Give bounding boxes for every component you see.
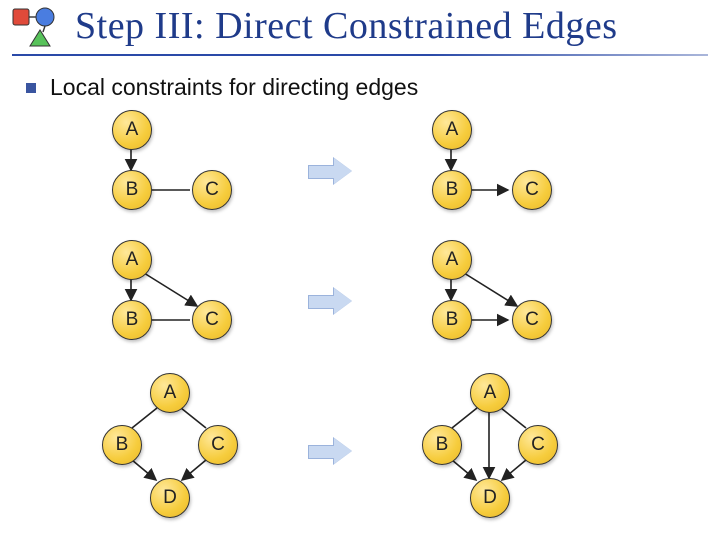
node-label: A xyxy=(446,119,459,141)
node-b: B xyxy=(112,300,152,340)
node-b: B xyxy=(432,300,472,340)
bullet-text: Local constraints for directing edges xyxy=(50,74,418,101)
node-label: C xyxy=(211,434,225,456)
node-label: A xyxy=(126,119,139,141)
node-label: A xyxy=(164,382,177,404)
node-label: C xyxy=(525,309,539,331)
node-label: A xyxy=(126,249,139,271)
node-label: C xyxy=(525,179,539,201)
node-c: C xyxy=(198,425,238,465)
node-label: B xyxy=(446,309,459,331)
node-a: A xyxy=(432,240,472,280)
node-label: A xyxy=(446,249,459,271)
node-a: A xyxy=(150,373,190,413)
node-b: B xyxy=(102,425,142,465)
node-label: A xyxy=(484,382,497,404)
bullet-icon xyxy=(26,83,36,93)
node-c: C xyxy=(512,300,552,340)
node-b: B xyxy=(432,170,472,210)
bullet-row: Local constraints for directing edges xyxy=(26,74,418,101)
node-label: B xyxy=(116,434,129,456)
node-label: C xyxy=(205,179,219,201)
page-title: Step III: Direct Constrained Edges xyxy=(75,4,708,48)
title-divider xyxy=(12,54,708,56)
node-c: C xyxy=(192,300,232,340)
diagram-stage: A B C A B C A B C A B C A B C D A B C D xyxy=(0,108,720,540)
node-b: B xyxy=(112,170,152,210)
node-c: C xyxy=(192,170,232,210)
node-label: D xyxy=(483,487,497,509)
node-b: B xyxy=(422,425,462,465)
node-c: C xyxy=(512,170,552,210)
edges-svg xyxy=(0,108,720,540)
node-a: A xyxy=(432,110,472,150)
node-label: C xyxy=(205,309,219,331)
node-label: C xyxy=(531,434,545,456)
app-logo-icon xyxy=(10,6,62,50)
node-a: A xyxy=(470,373,510,413)
node-label: B xyxy=(126,309,139,331)
node-label: B xyxy=(126,179,139,201)
node-a: A xyxy=(112,110,152,150)
node-c: C xyxy=(518,425,558,465)
node-a: A xyxy=(112,240,152,280)
node-label: D xyxy=(163,487,177,509)
node-d: D xyxy=(150,478,190,518)
node-label: B xyxy=(436,434,449,456)
node-label: B xyxy=(446,179,459,201)
node-d: D xyxy=(470,478,510,518)
